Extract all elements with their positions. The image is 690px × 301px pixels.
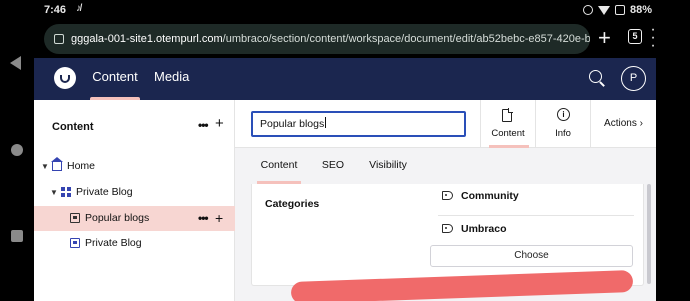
tab-content[interactable]: Content bbox=[255, 148, 303, 184]
tree-item-label: Private Blog bbox=[85, 237, 142, 249]
tag-icon bbox=[442, 191, 453, 200]
browser-toolbar: gggala-001-site1.otempurl.com/umbraco/se… bbox=[34, 20, 656, 58]
tree-item-label: Private Blog bbox=[76, 186, 133, 198]
tree-more-actions-button[interactable]: ••• bbox=[198, 118, 209, 132]
recents-icon[interactable] bbox=[11, 230, 23, 242]
tree-item-label: Home bbox=[67, 160, 96, 172]
view-tab-label: Content bbox=[491, 128, 525, 139]
wifi-icon bbox=[597, 5, 610, 15]
new-tab-button[interactable]: + bbox=[598, 26, 611, 50]
address-bar[interactable]: gggala-001-site1.otempurl.com/umbraco/se… bbox=[44, 24, 590, 54]
umbraco-logo[interactable] bbox=[54, 67, 76, 89]
document-icon bbox=[502, 108, 513, 122]
screen-edge bbox=[656, 0, 690, 301]
content-tree-sidebar: Content ••• + ▼ Home ▼ Private Blog Popu… bbox=[34, 100, 235, 301]
home-icon[interactable] bbox=[11, 144, 23, 156]
search-icon[interactable] bbox=[589, 70, 602, 83]
picked-item-community[interactable]: Community bbox=[438, 184, 634, 216]
view-tab-info[interactable]: i Info bbox=[535, 100, 590, 148]
tree-item-popular-blogs[interactable]: Popular blogs ••• + bbox=[34, 206, 235, 231]
actions-label: Actions bbox=[604, 118, 637, 129]
content-tabs: Content SEO Visibility bbox=[235, 148, 656, 184]
section-tab-label: Content bbox=[92, 69, 138, 84]
view-tab-content[interactable]: Content bbox=[480, 100, 535, 148]
tree-title: Content bbox=[52, 121, 94, 133]
tree-create-button[interactable]: + bbox=[215, 115, 224, 132]
tab-visibility[interactable]: Visibility bbox=[363, 148, 413, 184]
chevron-down-icon[interactable]: ▼ bbox=[41, 154, 49, 179]
scrollbar[interactable] bbox=[647, 184, 651, 284]
document-workspace: Popular blogs Content i Info Actions › C… bbox=[235, 100, 656, 301]
tree-item-home[interactable]: ▼ Home bbox=[34, 154, 235, 179]
document-name-input[interactable]: Popular blogs bbox=[251, 111, 466, 137]
choose-button[interactable]: Choose bbox=[430, 245, 633, 267]
document-icon bbox=[70, 213, 80, 223]
tree-item-create-button[interactable]: + bbox=[215, 206, 223, 231]
document-icon bbox=[70, 238, 80, 248]
section-tab-media[interactable]: Media bbox=[154, 58, 189, 100]
battery-level: 88% bbox=[629, 4, 652, 16]
workspace-header: Popular blogs Content i Info Actions › bbox=[235, 100, 656, 148]
tab-switcher-button[interactable]: 5 bbox=[628, 29, 642, 44]
tree-item-more-actions-button[interactable]: ••• bbox=[198, 206, 209, 231]
tree-item-label: Popular blogs bbox=[85, 212, 150, 224]
status-bar: 7:46 ♪̸ 88% bbox=[34, 0, 656, 20]
section-tab-label: Media bbox=[154, 69, 190, 84]
tree-item-private-blog-child[interactable]: Private Blog bbox=[34, 231, 235, 256]
chevron-down-icon[interactable]: ▼ bbox=[50, 180, 58, 205]
status-time: 7:46 bbox=[44, 4, 67, 16]
back-icon[interactable] bbox=[10, 56, 21, 70]
property-label-categories: Categories bbox=[265, 198, 320, 210]
silent-mode-icon: ♪̸ bbox=[76, 3, 81, 14]
tree-header: Content ••• + bbox=[34, 100, 235, 152]
view-tab-label: Info bbox=[555, 128, 571, 139]
user-avatar[interactable]: P bbox=[621, 66, 646, 91]
alarm-icon bbox=[582, 5, 593, 15]
tree-item-private-blog[interactable]: ▼ Private Blog bbox=[34, 180, 235, 205]
app-header: Content Media P bbox=[34, 58, 656, 100]
tag-icon bbox=[442, 224, 453, 233]
actions-button[interactable]: Actions › bbox=[590, 100, 656, 148]
tab-seo[interactable]: SEO bbox=[319, 148, 347, 184]
url-text: gggala-001-site1.otempurl.com/umbraco/se… bbox=[71, 33, 590, 45]
home-icon bbox=[51, 157, 63, 171]
section-tab-content[interactable]: Content bbox=[90, 58, 140, 100]
chevron-right-icon: › bbox=[639, 118, 643, 129]
info-icon: i bbox=[557, 108, 570, 121]
site-info-icon[interactable] bbox=[54, 34, 64, 44]
android-nav-bar bbox=[0, 0, 34, 301]
grid-list-icon bbox=[61, 187, 71, 197]
battery-icon bbox=[614, 5, 625, 15]
